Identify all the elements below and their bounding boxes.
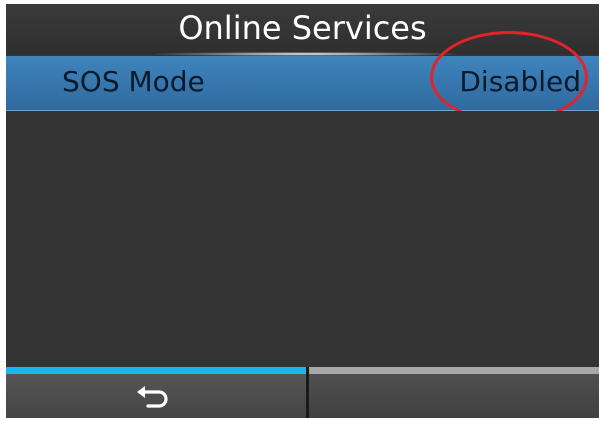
- highlight-ellipse-annotation: [430, 31, 588, 123]
- menu-empty-area: [6, 111, 599, 367]
- back-button[interactable]: [6, 374, 306, 418]
- softkey-right-button[interactable]: [309, 374, 599, 418]
- softkey-right-indicator: [309, 367, 599, 374]
- menu-item-label: SOS Mode: [62, 65, 205, 98]
- printer-display: Online Services SOS Mode Disabled: [6, 4, 599, 418]
- softkey-left-indicator: [6, 367, 306, 374]
- return-arrow-icon: [137, 386, 168, 408]
